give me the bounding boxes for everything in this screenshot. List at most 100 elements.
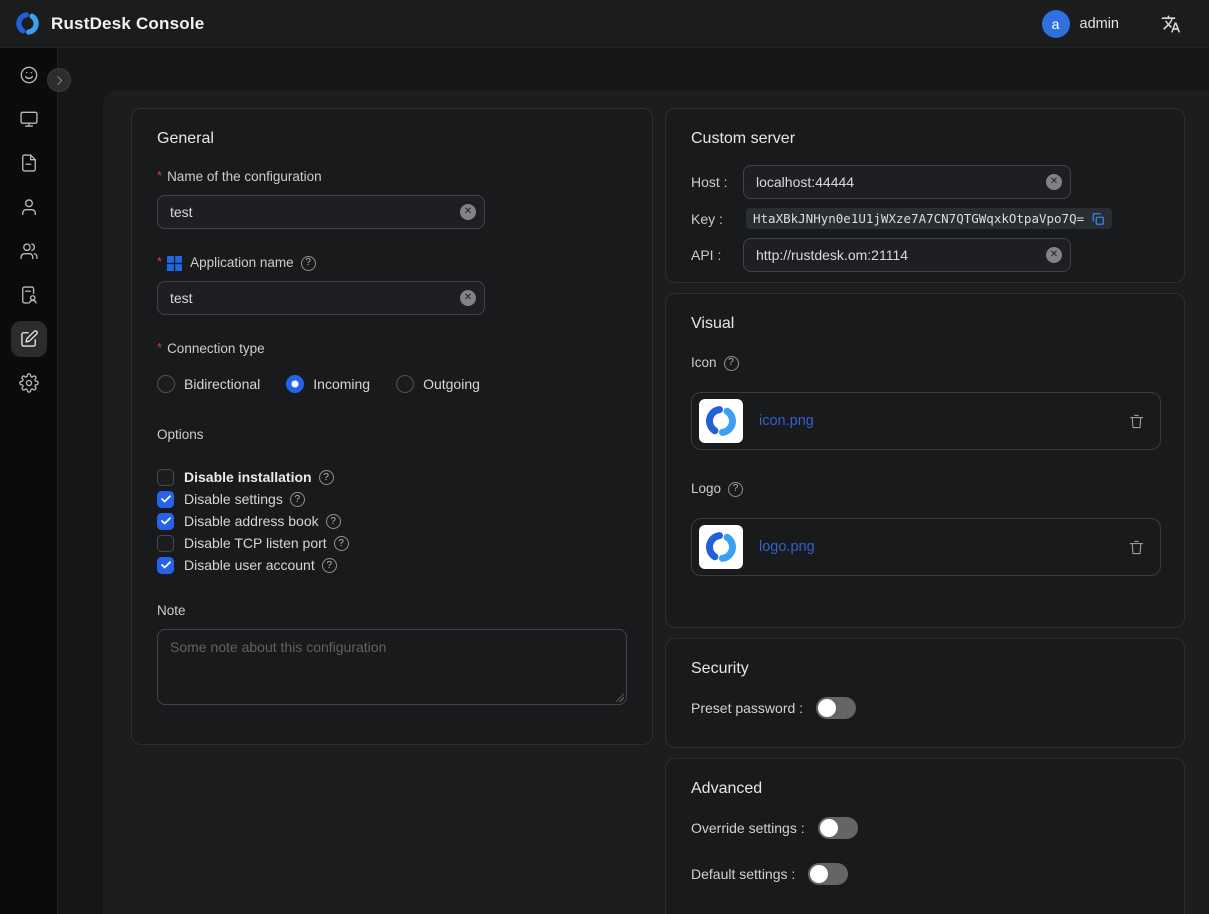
sidebar-expand-button[interactable]	[47, 68, 71, 92]
checkbox-disable-tcp-listen-port[interactable]: Disable TCP listen port ?	[157, 532, 627, 554]
security-card: Security Preset password :	[665, 638, 1185, 748]
sidebar-item-groups[interactable]	[11, 233, 47, 269]
main-panel: General * Name of the configuration ✕ * …	[103, 90, 1209, 914]
security-title: Security	[691, 659, 1159, 679]
toggle-knob	[818, 699, 836, 717]
user-name[interactable]: admin	[1080, 16, 1120, 32]
trash-icon[interactable]	[1128, 539, 1145, 556]
checkbox-icon	[157, 557, 174, 574]
document-icon	[19, 153, 39, 173]
rustdesk-logo-icon	[14, 10, 41, 37]
toggle-knob	[810, 865, 828, 883]
preset-password-toggle[interactable]	[816, 697, 856, 719]
note-label: Note	[157, 602, 627, 620]
help-icon[interactable]: ?	[301, 256, 316, 271]
help-icon[interactable]: ?	[319, 470, 334, 485]
host-label: Host :	[691, 174, 743, 190]
app-name-input[interactable]	[157, 281, 485, 315]
sidebar-item-dashboard[interactable]	[11, 57, 47, 93]
preset-password-row: Preset password :	[691, 697, 1159, 719]
override-settings-label: Override settings :	[691, 820, 805, 836]
radio-icon	[396, 375, 414, 393]
config-name-input[interactable]	[157, 195, 485, 229]
general-card: General * Name of the configuration ✕ * …	[131, 108, 653, 745]
logo-upload-row: logo.png	[691, 518, 1161, 576]
preset-password-label: Preset password :	[691, 700, 803, 716]
host-row: Host : ✕	[691, 165, 1159, 199]
brand: RustDesk Console	[14, 10, 204, 37]
trash-icon[interactable]	[1128, 413, 1145, 430]
options-label: Options	[157, 426, 627, 444]
sidebar-item-custom-client[interactable]	[11, 321, 47, 357]
override-settings-toggle[interactable]	[818, 817, 858, 839]
settings-icon	[19, 373, 39, 393]
custom-server-card: Custom server Host : ✕ Key : HtaXBkJNHyn…	[665, 108, 1185, 283]
help-icon[interactable]: ?	[290, 492, 305, 507]
toggle-knob	[820, 819, 838, 837]
radio-outgoing[interactable]: Outgoing	[396, 375, 480, 393]
radio-icon	[157, 375, 175, 393]
help-icon[interactable]: ?	[326, 514, 341, 529]
sidebar-item-settings[interactable]	[11, 365, 47, 401]
users-icon	[19, 241, 39, 261]
logo-label: Logo ?	[691, 480, 1159, 498]
windows-icon	[167, 256, 182, 271]
icon-upload-row: icon.png	[691, 392, 1161, 450]
sidebar-item-devices[interactable]	[11, 101, 47, 137]
default-settings-row: Default settings :	[691, 863, 1159, 885]
api-row: API : ✕	[691, 238, 1159, 272]
clear-icon[interactable]: ✕	[460, 204, 476, 220]
checkbox-disable-settings[interactable]: Disable settings ?	[157, 488, 627, 510]
general-title: General	[157, 129, 627, 149]
rustdesk-logo-icon	[703, 529, 739, 565]
logo-file-link[interactable]: logo.png	[759, 539, 815, 555]
visual-title: Visual	[691, 314, 1159, 334]
icon-preview	[699, 399, 743, 443]
default-settings-toggle[interactable]	[808, 863, 848, 885]
radio-icon	[286, 375, 304, 393]
required-asterisk: *	[157, 253, 162, 271]
copy-icon[interactable]	[1091, 212, 1105, 226]
sidebar-item-logs[interactable]	[11, 145, 47, 181]
sidebar-item-audit[interactable]	[11, 277, 47, 313]
help-icon[interactable]: ?	[322, 558, 337, 573]
required-asterisk: *	[157, 167, 162, 185]
visual-card: Visual Icon ? icon.png Logo ? logo.png	[665, 293, 1185, 628]
key-label: Key :	[691, 211, 743, 227]
clear-icon[interactable]: ✕	[1046, 247, 1062, 263]
note-textarea[interactable]	[157, 629, 627, 705]
monitor-icon	[19, 109, 39, 129]
help-icon[interactable]: ?	[334, 536, 349, 551]
app-name-label: * Application name ?	[157, 254, 627, 272]
clear-icon[interactable]: ✕	[460, 290, 476, 306]
translate-icon[interactable]	[1159, 12, 1183, 36]
advanced-title: Advanced	[691, 779, 1159, 799]
api-label: API :	[691, 247, 743, 263]
chevron-right-icon	[53, 74, 66, 87]
checkbox-icon	[157, 491, 174, 508]
radio-incoming[interactable]: Incoming	[286, 375, 370, 393]
user-icon	[19, 197, 39, 217]
icon-label: Icon ?	[691, 354, 1159, 372]
checkbox-disable-installation[interactable]: Disable installation ?	[157, 466, 627, 488]
default-settings-label: Default settings :	[691, 866, 795, 882]
key-row: Key : HtaXBkJNHyn0e1U1jWXze7A7CN7QTGWqxk…	[691, 208, 1159, 229]
clear-icon[interactable]: ✕	[1046, 174, 1062, 190]
advanced-card: Advanced Override settings : Default set…	[665, 758, 1185, 914]
help-icon[interactable]: ?	[724, 356, 739, 371]
rustdesk-logo-icon	[703, 403, 739, 439]
help-icon[interactable]: ?	[728, 482, 743, 497]
key-value: HtaXBkJNHyn0e1U1jWXze7A7CN7QTGWqxkOtpaVp…	[746, 208, 1112, 229]
connection-type-group: Bidirectional Incoming Outgoing	[157, 373, 627, 395]
checkbox-disable-user-account[interactable]: Disable user account ?	[157, 554, 627, 576]
checkbox-disable-address-book[interactable]: Disable address book ?	[157, 510, 627, 532]
host-input[interactable]	[743, 165, 1071, 199]
radio-bidirectional[interactable]: Bidirectional	[157, 375, 260, 393]
api-input[interactable]	[743, 238, 1071, 272]
sidebar	[0, 48, 58, 914]
icon-file-link[interactable]: icon.png	[759, 413, 814, 429]
override-settings-row: Override settings :	[691, 817, 1159, 839]
sidebar-item-users[interactable]	[11, 189, 47, 225]
avatar[interactable]: a	[1042, 10, 1070, 38]
connection-type-label: * Connection type	[157, 340, 627, 358]
